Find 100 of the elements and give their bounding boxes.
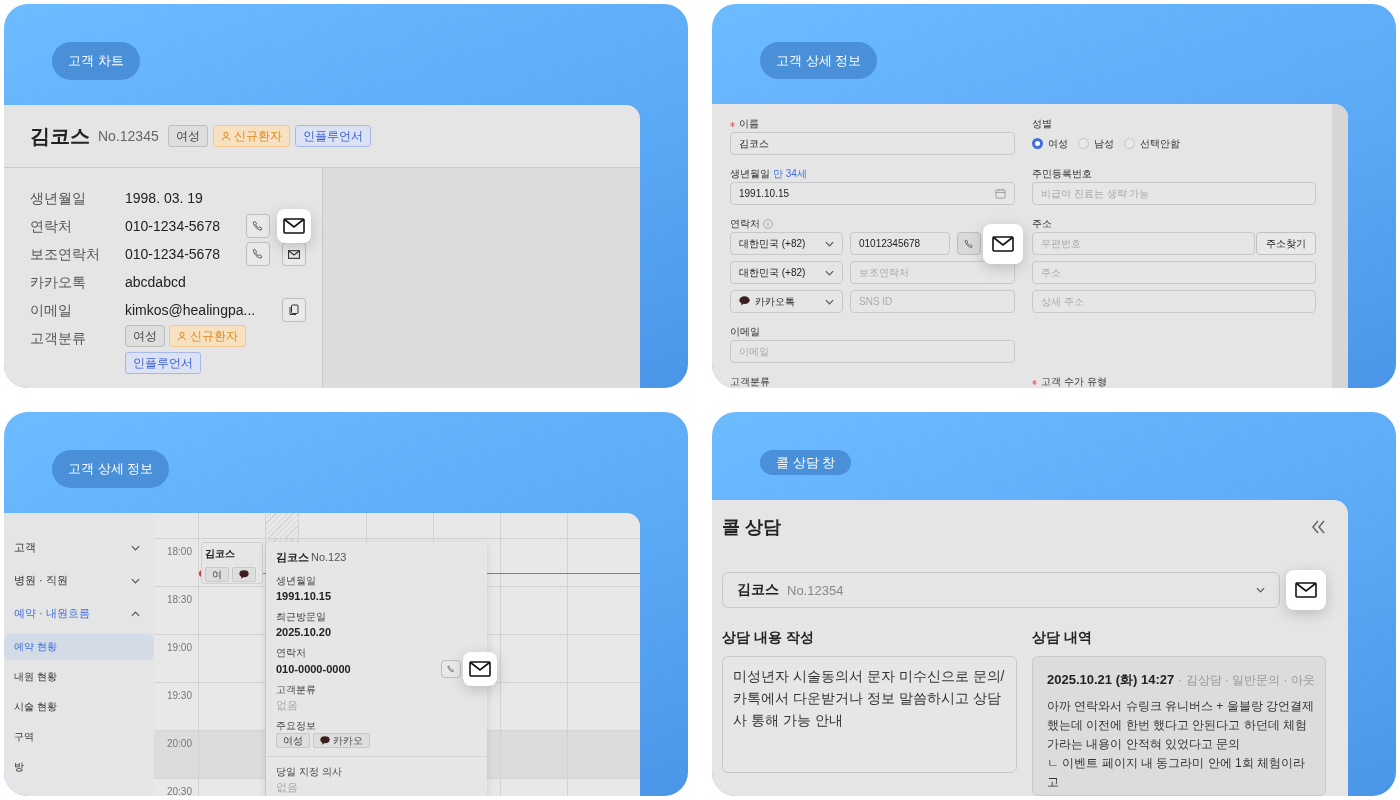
- appointment-card[interactable]: 김코스 여: [201, 542, 263, 584]
- time-label: 18:30: [166, 594, 192, 607]
- radio-button[interactable]: [1078, 138, 1089, 149]
- submenu-item[interactable]: 예약 현황: [4, 634, 154, 660]
- copy-button[interactable]: [282, 298, 306, 322]
- calendar-cell: [367, 513, 434, 539]
- field-label: 고객분류: [276, 683, 317, 697]
- field-value: 1991.10.15: [276, 589, 333, 604]
- input-field[interactable]: 01012345678: [850, 232, 950, 255]
- country-select[interactable]: 대한민국 (+82): [730, 232, 843, 255]
- message-button[interactable]: [463, 652, 497, 686]
- calendar-cell: [299, 513, 367, 539]
- section-title: 상담 내역: [1032, 628, 1093, 646]
- field-label: 생년월일: [30, 189, 87, 208]
- submenu-item[interactable]: 구역: [4, 724, 154, 750]
- field-label: 고객 수가 유형: [1041, 375, 1107, 388]
- field-value: 2025.10.20: [276, 625, 333, 640]
- chevron-down-icon: [131, 544, 140, 551]
- country-select[interactable]: 카카오톡: [730, 290, 843, 313]
- radio-label: 여성: [1048, 136, 1068, 151]
- chevron-down-icon: [1256, 587, 1265, 593]
- chip-label: 여: [212, 567, 222, 582]
- mail-icon: [992, 235, 1014, 252]
- chevron-down-icon: [825, 240, 834, 247]
- chevron-down-icon: [825, 269, 834, 276]
- field-label: 성별: [1032, 117, 1052, 131]
- call-button[interactable]: [441, 660, 461, 678]
- phone-icon: [447, 665, 455, 673]
- phone-icon: [252, 248, 264, 260]
- message-button[interactable]: [282, 242, 306, 266]
- country-select[interactable]: 대한민국 (+82): [730, 261, 843, 284]
- field-label: 고객분류: [730, 375, 770, 388]
- input-field[interactable]: 김코스: [730, 132, 1015, 155]
- input-field[interactable]: SNS ID: [850, 290, 1015, 313]
- field-label: 생년월일: [730, 167, 770, 181]
- field-value: abcdabcd: [125, 274, 187, 290]
- mail-icon: [469, 661, 491, 677]
- submenu-item[interactable]: 시술 현황: [4, 694, 154, 720]
- message-button[interactable]: [1286, 570, 1326, 610]
- calendar-cell: [434, 513, 501, 539]
- customer-name: 김코스: [276, 550, 309, 565]
- submenu-item[interactable]: 방: [4, 754, 154, 780]
- radio-button[interactable]: [1032, 138, 1043, 149]
- message-button[interactable]: [277, 209, 311, 243]
- time-label: 19:30: [166, 690, 192, 703]
- call-button[interactable]: [246, 214, 270, 238]
- time-label: 19:00: [166, 642, 192, 655]
- field-value: kimkos@healingpa...: [125, 302, 257, 318]
- field-value: 010-1234-5678: [125, 246, 221, 262]
- time-label: 20:00: [166, 738, 192, 751]
- chip-label: 여성: [283, 733, 303, 748]
- field-label: 고객분류: [30, 329, 87, 348]
- tag-label: 인플루언서: [302, 127, 363, 145]
- note-field[interactable]: 미성년자 시술동의서 문자 미수신으로 문의/카톡에서 다운받거나 정보 말씀하시고 상담사 통해 가능 안내: [722, 656, 1017, 773]
- time-label: 20:30: [166, 786, 192, 796]
- section-label: 고객 차트: [52, 42, 140, 80]
- mail-icon: [283, 218, 305, 234]
- submenu-item[interactable]: 내원 현황: [4, 664, 154, 690]
- phone-icon: [252, 220, 264, 232]
- field-label: 생년월일: [276, 574, 317, 588]
- required-icon: [1032, 379, 1037, 385]
- address-search-button[interactable]: 주소찾기: [1256, 232, 1316, 255]
- section-label: 고객 상세 정보: [52, 450, 170, 488]
- required-icon: [730, 121, 735, 127]
- section-label: 고객 상세 정보: [760, 42, 878, 79]
- speech-bubble-icon: [239, 569, 249, 580]
- field-label: 최근방문일: [276, 610, 327, 624]
- field-label: 연락처: [276, 646, 307, 660]
- blocked-cell: [266, 513, 299, 539]
- menu-item[interactable]: 병원 · 직원: [4, 564, 154, 597]
- field-label: 연락처: [30, 217, 73, 236]
- panel-title: 콜 상담: [722, 516, 781, 539]
- chevron-up-icon: [131, 610, 140, 617]
- tag-label: 여성: [133, 327, 157, 345]
- call-button[interactable]: [246, 242, 270, 266]
- field-label: 주요정보: [276, 719, 317, 733]
- tag-label: 신규환자: [233, 127, 282, 145]
- field-label: 주소: [1032, 217, 1052, 231]
- date-field[interactable]: 1991.10.15: [730, 182, 1015, 205]
- customer-name: 김코스: [30, 123, 90, 149]
- call-button[interactable]: [957, 232, 981, 255]
- input-field[interactable]: 보조연락처: [850, 261, 1015, 284]
- message-button[interactable]: [983, 223, 1023, 264]
- section-label: 콜 상담 창: [760, 450, 852, 475]
- menu-item[interactable]: 고객: [4, 531, 154, 564]
- chevron-down-icon: [131, 577, 140, 584]
- section-title: 상담 내용 작성: [722, 628, 815, 646]
- field-value: 1998. 03. 19: [125, 190, 204, 206]
- collapse-icon[interactable]: [1310, 519, 1326, 535]
- copy-icon: [288, 304, 300, 316]
- radio-button[interactable]: [1124, 138, 1135, 149]
- person-icon: [220, 131, 231, 141]
- speech-bubble-icon: [739, 296, 750, 307]
- field-value: 010-0000-0000: [276, 661, 352, 677]
- mail-icon: [288, 249, 300, 259]
- customer-select[interactable]: 김코스 No.12354: [722, 572, 1280, 608]
- field-label: 이메일: [730, 325, 760, 339]
- phone-icon: [964, 238, 974, 249]
- menu-item[interactable]: 예약 · 내원흐름: [4, 597, 154, 630]
- chip-label: 카카오: [333, 733, 363, 748]
